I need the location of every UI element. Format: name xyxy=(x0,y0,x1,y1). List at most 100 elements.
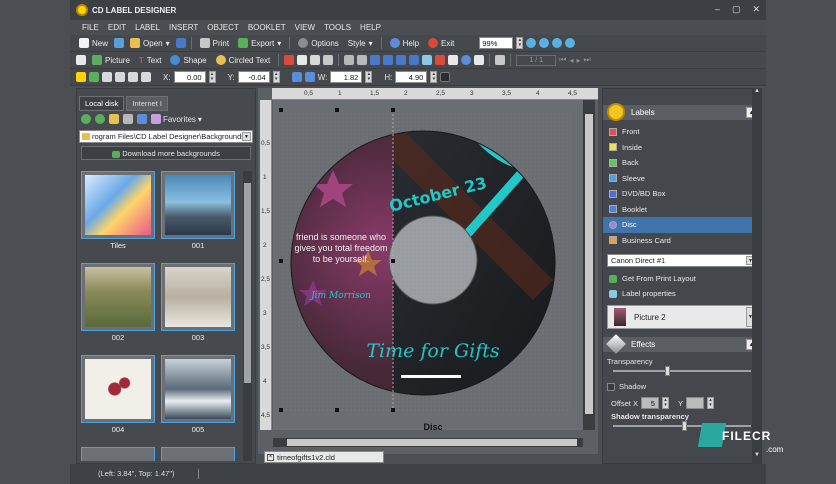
copy-icon[interactable] xyxy=(297,55,308,65)
shadow-checkbox[interactable] xyxy=(607,382,615,391)
thumbnail-tiles[interactable] xyxy=(81,171,155,239)
tab-local-disk[interactable]: Local disk xyxy=(79,96,125,111)
x-spinner[interactable]: ▴ ▾ xyxy=(208,71,216,83)
prev-page-icon[interactable]: ◂ xyxy=(569,56,573,65)
picture-select[interactable]: Picture 2 ▼ xyxy=(607,305,757,329)
label-item-dvd-box[interactable]: DVD/BD Box xyxy=(603,186,761,202)
favorites-button[interactable]: Favorites ▾ xyxy=(151,114,202,124)
picture-button[interactable]: Picture xyxy=(89,53,133,67)
menu-file[interactable]: FILE xyxy=(82,23,99,32)
label-properties-button[interactable]: Label properties xyxy=(603,286,761,301)
text-button[interactable]: T Text xyxy=(136,53,165,67)
path-input[interactable]: rogram Files\CD Label Designer\Backgroun… xyxy=(79,130,253,143)
thumbnails-scrollbar[interactable] xyxy=(243,171,252,461)
menu-edit[interactable]: EDIT xyxy=(108,23,126,32)
y-spinner[interactable]: ▴ ▾ xyxy=(272,71,280,83)
maximize-button[interactable]: ▢ xyxy=(732,4,741,15)
chevron-down-icon[interactable]: ▼ xyxy=(242,132,251,141)
label-item-front[interactable]: Front xyxy=(603,124,761,140)
menu-booklet[interactable]: BOOKLET xyxy=(248,23,286,32)
menu-object[interactable]: OBJECT xyxy=(207,23,239,32)
offset-y-spinner[interactable]: ▴ ▾ xyxy=(706,397,714,409)
lock-icon[interactable] xyxy=(115,72,125,82)
label-item-inside[interactable]: Inside xyxy=(603,140,761,156)
y-input[interactable]: -0.04 xyxy=(237,71,270,83)
close-tab-icon[interactable]: × xyxy=(267,454,274,461)
offset-y-input[interactable] xyxy=(685,397,704,409)
headline-text[interactable]: Time for Gifts xyxy=(353,340,513,362)
canvas-vscroll[interactable] xyxy=(583,100,595,430)
delete-icon[interactable] xyxy=(284,55,295,65)
ungroup-icon[interactable] xyxy=(141,72,151,82)
group-icon[interactable] xyxy=(128,72,138,82)
label-workarea[interactable]: October 23 friend is someone who gives y… xyxy=(273,100,583,432)
barcode-icon[interactable] xyxy=(474,55,485,65)
options-button[interactable]: Options xyxy=(295,36,342,50)
cut-icon[interactable] xyxy=(323,55,334,65)
author-text[interactable]: Jim Morrison xyxy=(301,291,381,301)
template-icon[interactable] xyxy=(114,38,125,48)
border-icon[interactable] xyxy=(102,72,112,82)
forward-icon[interactable] xyxy=(95,114,105,124)
thumbnail-003[interactable] xyxy=(161,263,235,331)
shape-button[interactable]: Shape xyxy=(167,53,209,67)
zoom-in-icon[interactable] xyxy=(526,38,537,48)
rect-icon[interactable] xyxy=(495,55,506,65)
height-spinner[interactable]: ▴ ▾ xyxy=(430,71,438,83)
document-tab[interactable]: × timeofgifts1v2.cld xyxy=(264,451,384,463)
transparency-slider[interactable] xyxy=(613,366,751,376)
last-page-icon[interactable]: ⏭ xyxy=(584,55,591,65)
label-item-disc[interactable]: Disc xyxy=(603,217,761,233)
paste-icon[interactable] xyxy=(310,55,321,65)
zoom-input[interactable]: 99% xyxy=(479,37,514,49)
thumbnail-007[interactable] xyxy=(161,447,235,461)
scroll-up-icon[interactable]: ▲ xyxy=(753,88,761,98)
thumbnail-004[interactable] xyxy=(81,355,155,423)
open-button[interactable]: Open ▾ xyxy=(127,36,173,50)
print-button[interactable]: Print xyxy=(197,36,232,50)
printer-layout-select[interactable]: Canon Direct #1 ▼ xyxy=(607,254,757,267)
bring-forward-icon[interactable] xyxy=(370,55,381,65)
canvas-hscroll[interactable] xyxy=(273,438,583,447)
color-icon[interactable] xyxy=(76,72,86,82)
fill-icon[interactable] xyxy=(89,72,99,82)
save-icon[interactable] xyxy=(175,38,186,48)
circled-text-button[interactable]: Circled Text xyxy=(213,53,274,67)
undo-icon[interactable] xyxy=(344,55,355,65)
back-icon[interactable] xyxy=(81,114,91,124)
menu-insert[interactable]: INSERT xyxy=(169,23,198,32)
web-icon[interactable] xyxy=(461,55,472,65)
width-input[interactable]: 1.82 xyxy=(330,71,363,83)
label-item-booklet[interactable]: Booklet xyxy=(603,202,761,218)
zoom-spinner[interactable]: ▴ ▾ xyxy=(516,37,524,49)
close-button[interactable]: ✕ xyxy=(752,4,760,15)
label-item-business-card[interactable]: Business Card xyxy=(603,233,761,249)
send-backward-icon[interactable] xyxy=(383,55,394,65)
bring-front-icon[interactable] xyxy=(396,55,407,65)
zoom-fit-icon[interactable] xyxy=(552,38,563,48)
get-from-print-layout-button[interactable]: Get From Print Layout xyxy=(603,271,761,286)
help-button[interactable]: Help xyxy=(387,36,422,50)
offset-x-spinner[interactable]: ▴ ▾ xyxy=(661,397,669,409)
thumbnail-002[interactable] xyxy=(81,263,155,331)
zoom-actual-icon[interactable] xyxy=(565,38,576,48)
thumbnail-005[interactable] xyxy=(161,355,235,423)
export-button[interactable]: Export ▾ xyxy=(235,36,284,50)
tab-internet[interactable]: Internet I xyxy=(126,96,168,111)
minimize-button[interactable]: – xyxy=(715,4,720,15)
offset-x-input[interactable]: 5 xyxy=(640,397,659,409)
image-effect-icon[interactable] xyxy=(435,55,446,65)
menu-help[interactable]: HELP xyxy=(360,23,381,32)
first-page-icon[interactable]: ⏮ xyxy=(559,55,566,65)
quote-text[interactable]: friend is someone who gives you total fr… xyxy=(291,232,391,265)
exit-button[interactable]: Exit xyxy=(425,36,457,50)
up-folder-icon[interactable] xyxy=(109,114,119,124)
height-input[interactable]: 4.90 xyxy=(395,71,428,83)
menu-label[interactable]: LABEL xyxy=(135,23,160,32)
zoom-out-icon[interactable] xyxy=(539,38,550,48)
send-back-icon[interactable] xyxy=(409,55,420,65)
rotate-right-icon[interactable] xyxy=(304,72,315,82)
width-spinner[interactable]: ▴ ▾ xyxy=(365,71,373,83)
view-mode-icon[interactable] xyxy=(137,114,147,124)
select-icon[interactable] xyxy=(76,55,86,65)
